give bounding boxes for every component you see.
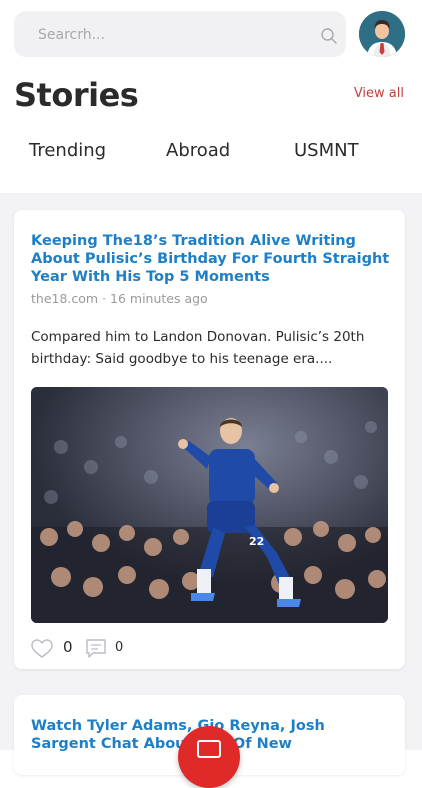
story-source: the18.com — [31, 291, 99, 306]
avatar[interactable] — [359, 11, 405, 57]
like-count: 0 — [63, 638, 73, 656]
story-headline[interactable]: Keeping The18’s Tradition Alive Writing … — [31, 232, 391, 286]
tab-trending[interactable]: Trending — [29, 140, 106, 161]
fab-button[interactable] — [178, 726, 240, 788]
story-image[interactable]: 22 — [31, 387, 388, 623]
heart-icon[interactable] — [31, 639, 53, 659]
story-actions: 0 0 — [31, 637, 231, 661]
avatar-icon — [359, 11, 405, 57]
search-icon[interactable] — [320, 27, 338, 45]
comment-icon[interactable] — [85, 638, 107, 659]
story-meta: the18.com · 16 minutes ago — [31, 291, 208, 306]
tab-abroad[interactable]: Abroad — [166, 140, 230, 161]
fab-icon — [197, 740, 221, 758]
story-time: 16 minutes ago — [110, 291, 208, 306]
search-bar[interactable] — [14, 11, 346, 59]
header: Stories View all Trending Abroad USMNT — [0, 0, 422, 193]
story-feed: Keeping The18’s Tradition Alive Writing … — [0, 193, 422, 775]
tab-usmnt[interactable]: USMNT — [294, 140, 359, 161]
search-input[interactable] — [36, 11, 290, 59]
story-excerpt: Compared him to Landon Donovan. Pulisic’… — [31, 329, 365, 367]
view-all-link[interactable]: View all — [354, 86, 404, 101]
story-card[interactable]: Keeping The18’s Tradition Alive Writing … — [14, 210, 405, 669]
page-title: Stories — [14, 76, 139, 114]
meta-separator: · — [98, 291, 111, 306]
jersey-number: 22 — [249, 535, 264, 548]
comment-count: 0 — [115, 640, 124, 655]
